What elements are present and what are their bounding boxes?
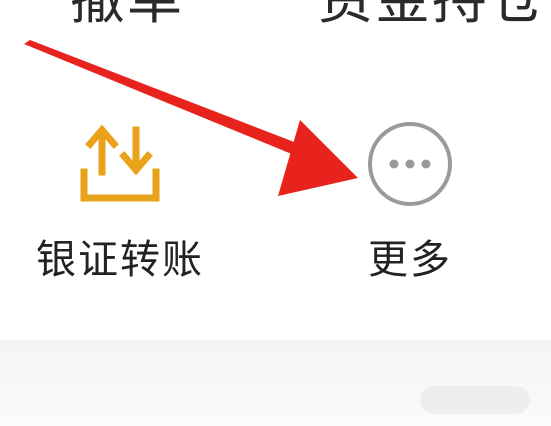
bottom-section — [0, 340, 551, 426]
bank-transfer-label: 银证转账 — [36, 237, 204, 283]
screen: 撤单 资金持仓 银证转账 更多 — [0, 0, 551, 426]
bottom-placeholder-pill — [420, 386, 530, 414]
transfer-arrows-icon — [80, 124, 160, 202]
more-dots-icon — [368, 122, 452, 206]
cancel-order-label[interactable]: 撤单 — [70, 0, 184, 34]
more-label: 更多 — [368, 237, 452, 283]
more-tile[interactable]: 更多 — [330, 118, 490, 288]
top-row-partial: 撤单 资金持仓 — [0, 0, 551, 34]
funds-holdings-label[interactable]: 资金持仓 — [318, 0, 546, 34]
bank-transfer-tile[interactable]: 银证转账 — [20, 118, 220, 288]
